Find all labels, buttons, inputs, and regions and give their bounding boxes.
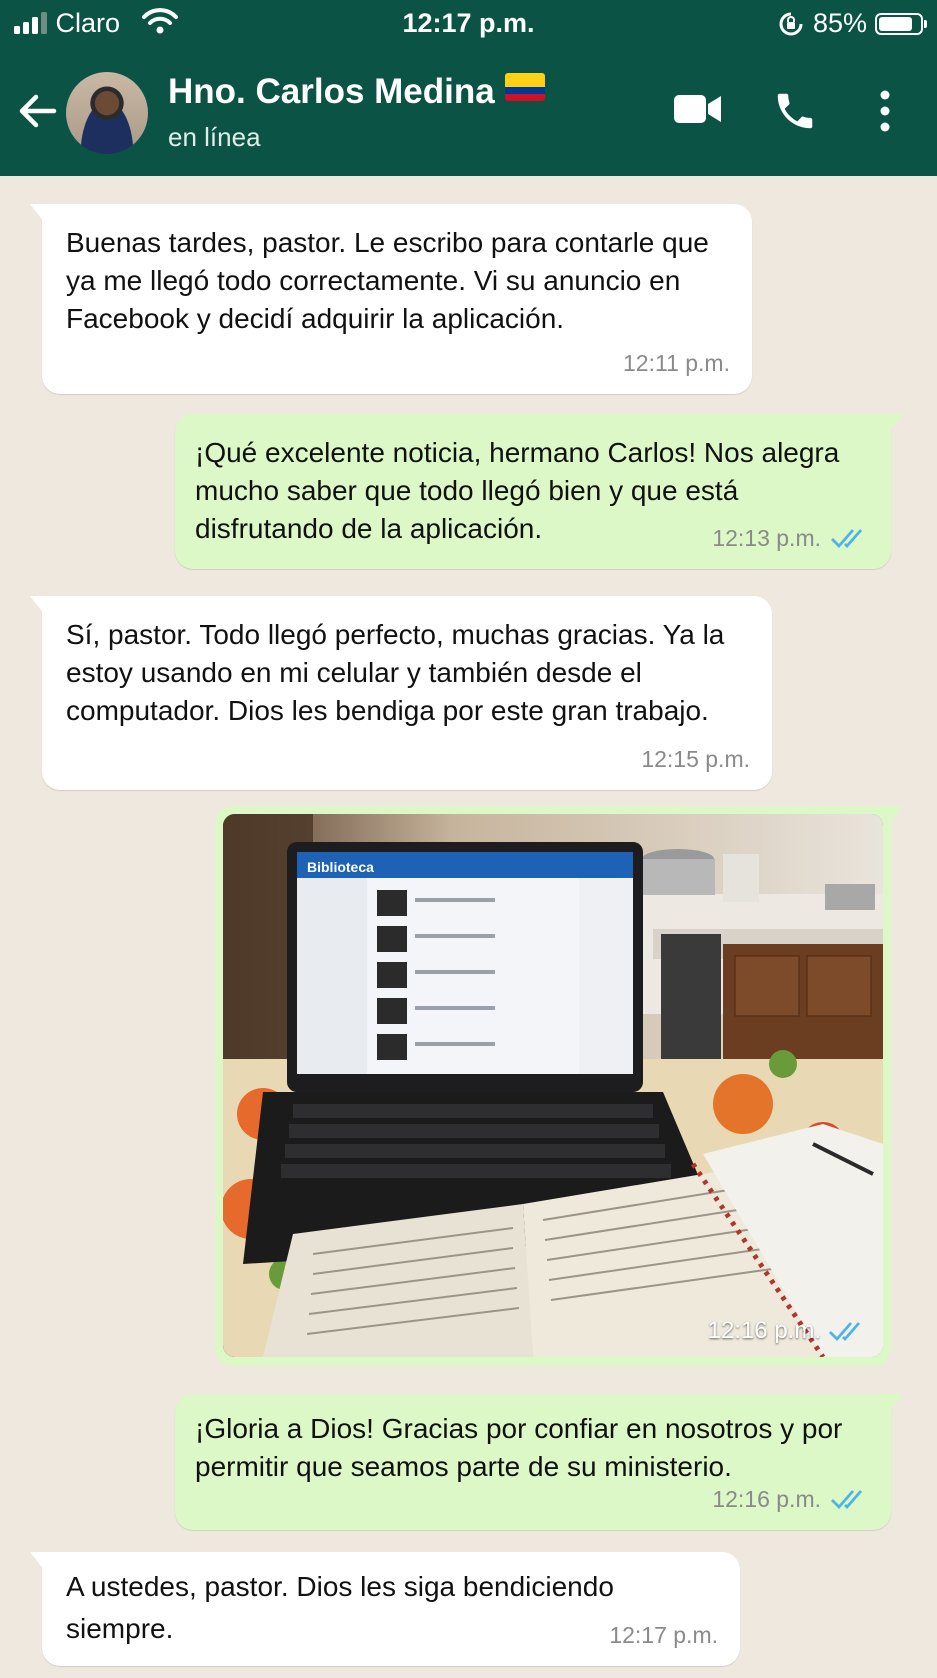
double-check-icon: [831, 1490, 863, 1510]
message-time: 12:13 p.m.: [712, 525, 821, 551]
message-text: ¡Gloria a Dios! Gracias por confiar en n…: [195, 1413, 843, 1482]
rotation-lock-icon: [779, 12, 803, 35]
message-text: Sí, pastor. Todo llegó perfecto, muchas …: [66, 619, 725, 726]
message-outgoing-image[interactable]: Biblioteca 12:16 p.m.: [215, 806, 903, 1366]
message-incoming[interactable]: A ustedes, pastor. Dios les siga bendici…: [30, 1552, 740, 1666]
message-text: Buenas tardes, pastor. Le escribo para c…: [66, 227, 709, 334]
double-check-icon: [831, 529, 863, 549]
message-outgoing[interactable]: ¡Gloria a Dios! Gracias por confiar en n…: [175, 1394, 903, 1530]
contact-name[interactable]: Hno. Carlos Medina: [168, 72, 495, 111]
avatar[interactable]: [66, 72, 148, 154]
chat-area[interactable]: Buenas tardes, pastor. Le escribo para c…: [0, 176, 937, 1678]
battery-percent: 85%: [812, 8, 867, 38]
message-outgoing[interactable]: ¡Qué excelente noticia, hermano Carlos! …: [175, 414, 903, 569]
message-time: 12:11 p.m.: [623, 350, 730, 376]
double-check-icon: [829, 1322, 861, 1342]
photo-attachment[interactable]: Biblioteca 12:16 p.m.: [223, 814, 883, 1357]
message-incoming[interactable]: Buenas tardes, pastor. Le escribo para c…: [30, 204, 752, 394]
battery-icon: [875, 12, 927, 35]
contact-status: en línea: [168, 122, 261, 152]
message-incoming[interactable]: Sí, pastor. Todo llegó perfecto, muchas …: [30, 596, 772, 790]
message-time: 12:15 p.m.: [641, 746, 750, 772]
message-time: 12:16 p.m.: [707, 1317, 821, 1344]
more-vert-icon[interactable]: [878, 90, 892, 132]
message-time: 12:17 p.m.: [609, 1622, 718, 1648]
status-right: 85%: [777, 8, 927, 39]
colombia-flag-icon: [504, 73, 545, 101]
status-bar: Claro 12:17 p.m. 85%: [0, 0, 937, 48]
chat-header: Hno. Carlos Medina en línea: [0, 48, 937, 176]
contact-name-row[interactable]: Hno. Carlos Medina: [168, 72, 545, 112]
video-call-icon[interactable]: [674, 92, 722, 126]
message-time: 12:16 p.m.: [712, 1486, 821, 1512]
back-arrow-icon[interactable]: [14, 88, 60, 134]
phone-icon[interactable]: [772, 88, 818, 134]
screen-title: Biblioteca: [307, 859, 374, 875]
laptop-bible-photo: Biblioteca: [223, 814, 883, 1357]
